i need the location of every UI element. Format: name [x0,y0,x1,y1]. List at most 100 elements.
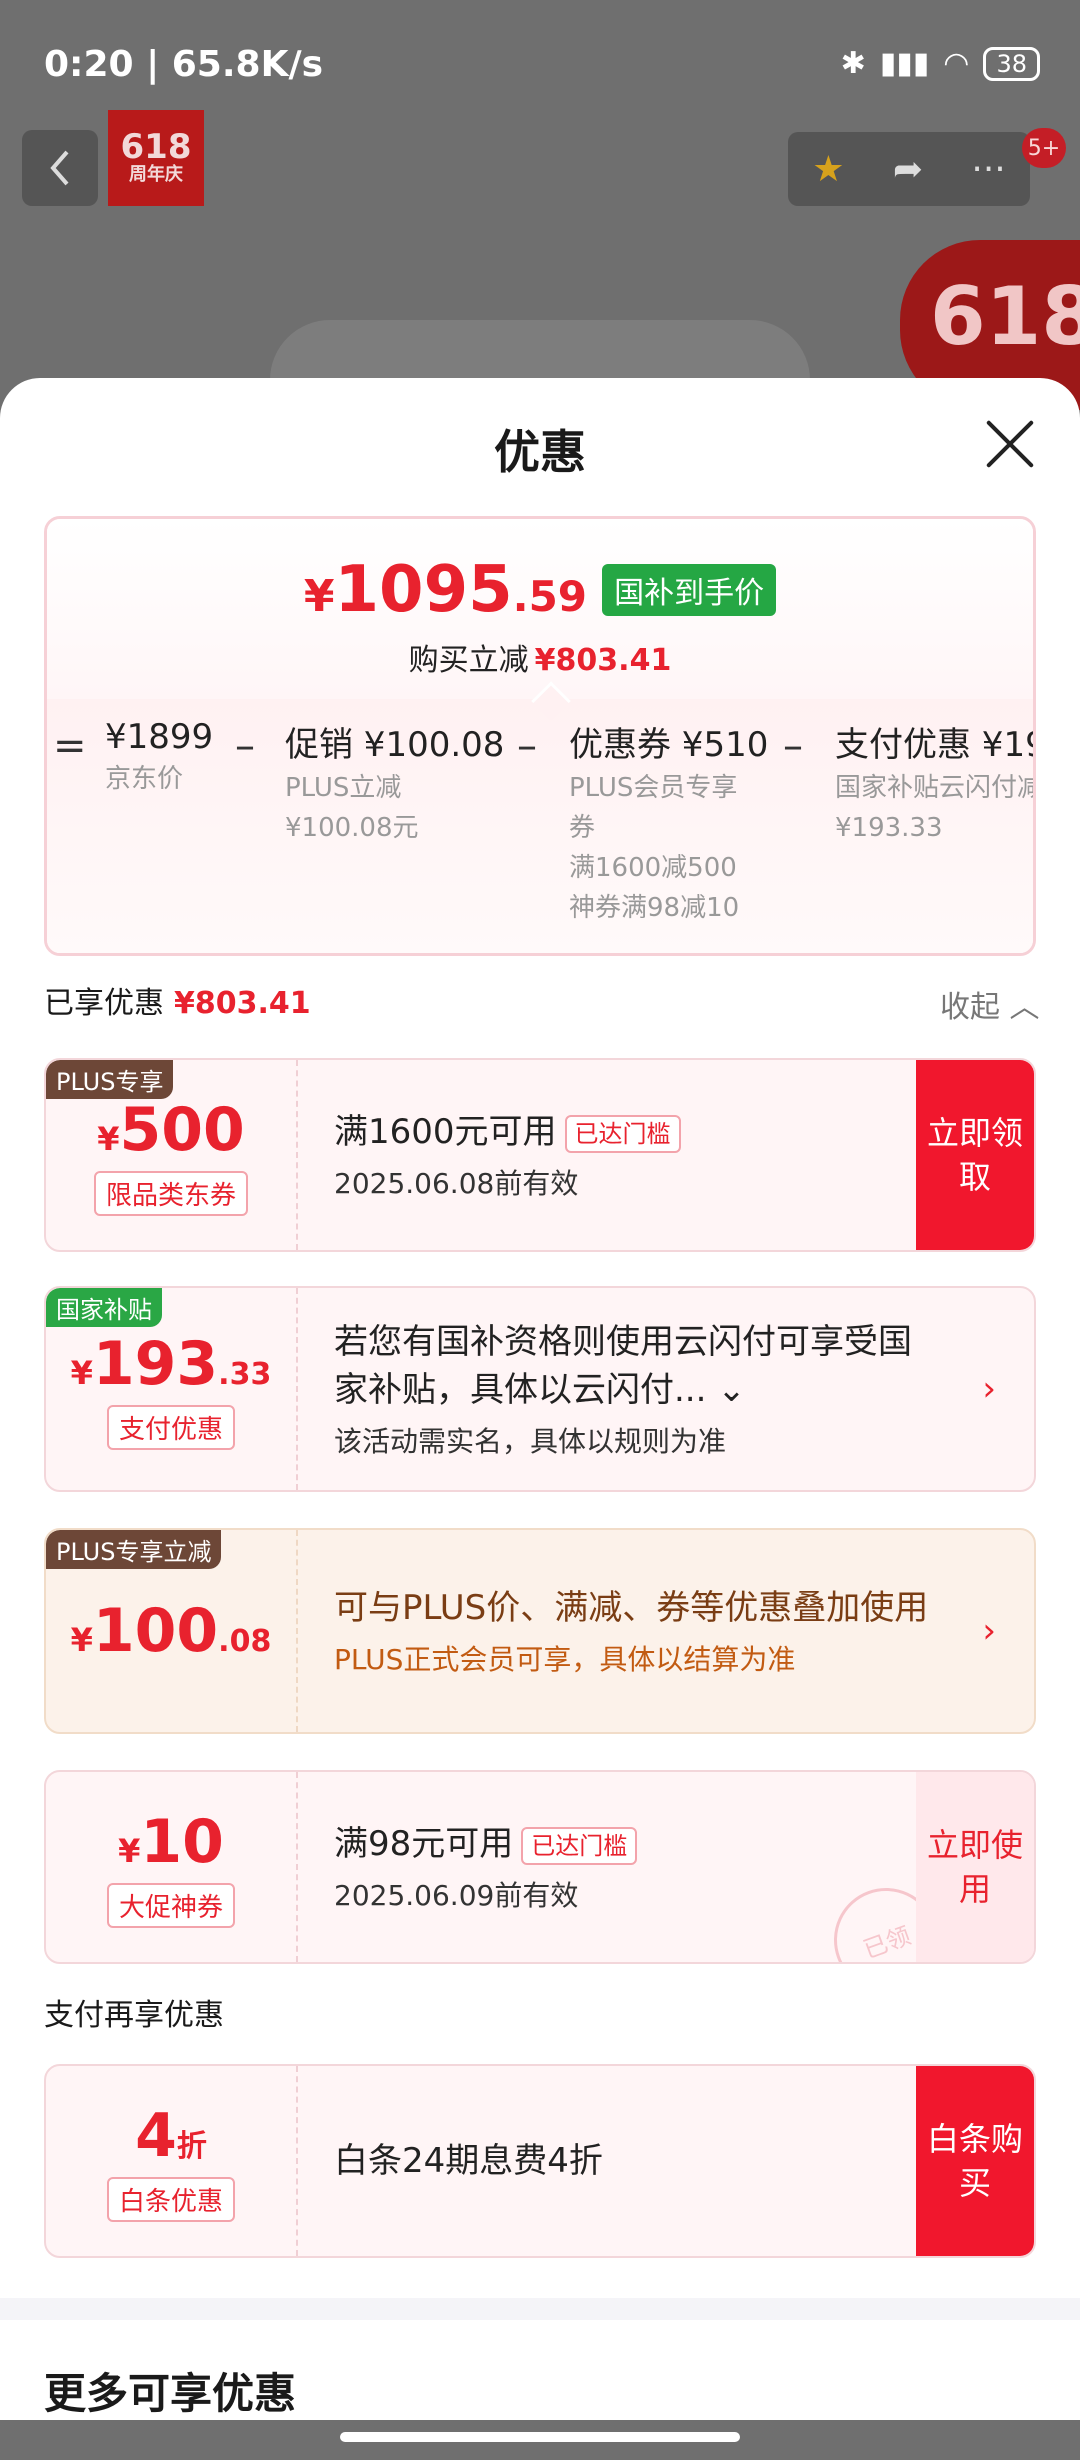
battery-icon: 38 [983,46,1040,81]
coupon-value: 500 [119,1094,245,1165]
coupon-note: PLUS正式会员可享，具体以结算为准 [334,1643,796,1676]
coupon-details: 若您有国补资格则使用云闪付可享受国家补贴，具体以云闪付... ⌄ 该活动需实名，… [334,1288,944,1490]
discount-sheet: 优惠 ¥1095.59 国补到手价 购买立减 ¥803.41 = ¥1899 京东… [0,378,1080,2420]
coupon-note: 该活动需实名，具体以规则为准 [334,1425,727,1458]
chevron-left-icon [50,150,69,186]
share-icon[interactable]: ➦ [893,149,923,190]
final-price-currency: ¥ [303,571,335,622]
coupon-corner-label: 国家补贴 [46,1288,162,1327]
final-price-decimal: .59 [512,572,588,621]
top-actions: ★ ➦ ··· [788,132,1030,206]
chevron-right-icon: › [982,1369,996,1409]
coupon-details: 可与PLUS价、满减、券等优惠叠加使用 PLUS正式会员可享，具体以结算为准 [334,1530,944,1732]
coupon-details: 满98元可用 已达门槛 2025.06.09前有效 [334,1772,914,1962]
coupon-description: 白条24期息费4折 [334,2141,603,2181]
claim-now-button[interactable]: 立即领取 [916,1060,1034,1250]
calc-note: 券 [569,813,596,843]
coupon-value: 10 [140,1806,224,1877]
price-summary-top: ¥1095.59 国补到手价 购买立减 ¥803.41 [47,519,1033,699]
coupon-details: 满1600元可用 已达门槛 2025.06.08前有效 [334,1060,914,1250]
final-price-integer: 1095 [334,553,513,627]
use-now-button[interactable]: 立即使用 [916,1772,1034,1962]
coupon-condition: 满98元可用 已达门槛 [334,1820,914,1868]
coupon-value: 4 [135,2100,177,2171]
coupon-details: 白条24期息费4折 [334,2066,914,2256]
calc-operator: – [235,723,255,769]
coupon-amount-block: 4折 白条优惠 [46,2066,298,2256]
coupon-condition-text: 满1600元可用 [334,1112,557,1152]
enjoyed-discount: 已享优惠 ¥803.41 [44,978,311,1022]
coupon-value: 100 [92,1596,219,1666]
coupon-currency: ¥ [70,1353,93,1392]
price-calc-row: = ¥1899 京东价 – 促销 ¥100.08 PLUS立减 ¥100.08元… [47,699,1036,953]
coupon-amount: 4折 [135,2101,207,2171]
pay-again-heading: 支付再享优惠 [44,1998,224,2033]
calc-note: 国家补贴云闪付减 [835,773,1036,803]
coupon-type-tag: 限品类东券 [93,1170,248,1216]
coupon-expiry: 2025.06.08前有效 [334,1167,579,1200]
coupon-national-subsidy[interactable]: ¥193.33 支付优惠 国家补贴 若您有国补资格则使用云闪付可享受国家补贴，具… [44,1286,1036,1492]
coupon-corner-label: PLUS专享立减 [46,1530,222,1569]
back-button[interactable] [22,130,98,206]
threshold-badge: 已达门槛 [564,1114,681,1153]
home-indicator[interactable] [340,2432,740,2442]
coupon-type-tag: 支付优惠 [106,1404,235,1450]
chevron-right-icon: › [982,1611,996,1651]
coupon-currency: ¥ [118,1831,141,1870]
collapse-label: 收起 [940,990,1000,1025]
coupon-value: 193 [92,1328,219,1399]
calc-note: 满1600减500 [569,853,737,883]
wifi-icon: ◠ [943,46,970,81]
calc-item-coupon: 优惠券 ¥510 PLUS会员专享 券 满1600减500 神券满98减10 [569,717,768,926]
status-icons: ✱ ▮▮▮ ◠ 38 [841,46,1040,81]
more-icon[interactable]: ··· [971,149,1005,190]
more-offers-heading: 更多可享优惠 [44,2369,297,2418]
calc-note: PLUS立减 [285,773,402,803]
calc-note: ¥193.33 [835,813,943,843]
coupon-amount: ¥193.33 [71,1329,272,1399]
status-time: 0:20 | 65.8K/s [44,44,324,85]
close-button[interactable] [984,418,1036,470]
calc-note: 京东价 [105,764,184,794]
coupon-decimal: .08 [218,1624,272,1659]
star-icon[interactable]: ★ [812,149,844,190]
calc-item-promo: 促销 ¥100.08 PLUS立减 ¥100.08元 [285,717,504,846]
coupon-currency: ¥ [70,1621,93,1659]
calc-value: 支付优惠 ¥19 [835,725,1036,765]
gesture-bar [0,2420,1080,2460]
calc-operator: – [517,723,537,769]
brand-logo-number: 618 [120,127,192,167]
coupon-description: 若您有国补资格则使用云闪付可享受国家补贴，具体以云闪付... ⌄ [334,1322,912,1410]
final-price: ¥1095.59 [304,553,587,627]
coupon-plus-500: ¥500 限品类东券 PLUS专享 满1600元可用 已达门槛 2025.06.0… [44,1058,1036,1252]
coupon-promo-10: ¥10 大促神券 满98元可用 已达门槛 2025.06.09前有效 已领 立即使… [44,1770,1036,1964]
calc-note: 神券满98减10 [569,893,740,923]
calc-value: ¥1899 [105,717,214,757]
coupon-decimal: .33 [218,1356,272,1392]
baitiao-offer: 4折 白条优惠 白条24期息费4折 白条购买 [44,2064,1036,2258]
calc-note: ¥100.08元 [285,813,419,843]
coupon-amount-block: ¥10 大促神券 [46,1772,298,1962]
coupon-expiry: 2025.06.09前有效 [334,1879,579,1912]
coupon-amount: ¥10 [118,1807,224,1877]
coupon-corner-label: PLUS专享 [46,1060,174,1099]
saved-line: 购买立减 ¥803.41 [47,635,1033,679]
coupon-currency: ¥ [97,1119,120,1158]
coupon-type-tag: 大促神券 [106,1882,235,1928]
brand-logo: 618 周年庆 [108,110,204,206]
threshold-badge: 已达门槛 [521,1826,638,1865]
baitiao-buy-button[interactable]: 白条购买 [916,2066,1034,2256]
coupon-plus-reduction[interactable]: ¥100.08 PLUS专享立减 可与PLUS价、满减、券等优惠叠加使用 PLU… [44,1528,1036,1734]
collapse-toggle[interactable]: 收起 ︿ [940,982,1040,1026]
enjoyed-value: ¥803.41 [174,986,311,1021]
calc-item-jd-price: ¥1899 京东价 [105,717,213,797]
message-badge: 5+ [1022,128,1066,168]
calc-operator: – [783,723,803,769]
calc-item-payment: 支付优惠 ¥19 国家补贴云闪付减 ¥193.33 [835,717,1036,846]
calc-value: 优惠券 ¥510 [569,725,769,765]
sheet-title: 优惠 [494,425,586,479]
saved-label: 购买立减 [408,643,529,678]
coupon-amount: ¥500 [97,1095,245,1165]
final-price-tag: 国补到手价 [602,564,777,616]
calc-value: 促销 ¥100.08 [285,725,505,765]
